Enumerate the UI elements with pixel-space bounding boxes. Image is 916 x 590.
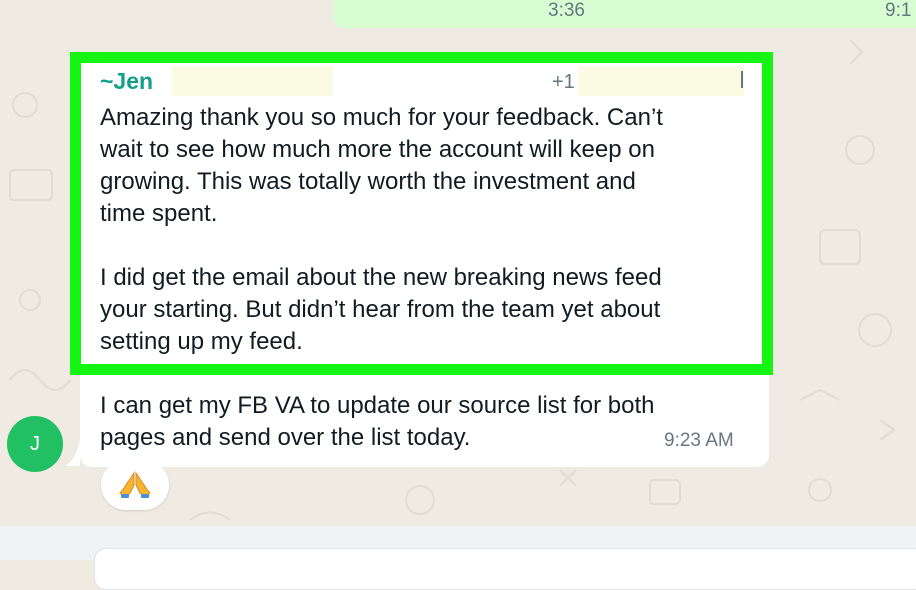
message-timestamp: 9:23 AM <box>664 430 734 451</box>
folded-hands-icon <box>119 471 151 498</box>
redacted-name <box>172 66 333 96</box>
outgoing-message-bubble[interactable] <box>333 0 916 28</box>
outgoing-message-time: 3:36 <box>548 0 585 21</box>
message-paragraph: I can get my FB VA to update our source … <box>100 392 655 451</box>
message-composer <box>0 526 916 590</box>
message-paragraph: Amazing thank you so much for your feedb… <box>100 104 663 227</box>
sender-name[interactable]: ~Jen <box>100 68 153 95</box>
phone-digit-fragment <box>741 71 743 88</box>
sender-phone: +1 <box>552 71 575 93</box>
reaction-badge[interactable] <box>101 460 169 510</box>
message-paragraph: I did get the email about the new breaki… <box>100 264 662 355</box>
outgoing-message-time: 9:1 <box>885 0 912 21</box>
message-input[interactable] <box>94 548 916 590</box>
redacted-phone <box>578 66 744 96</box>
avatar[interactable]: J <box>7 416 63 472</box>
